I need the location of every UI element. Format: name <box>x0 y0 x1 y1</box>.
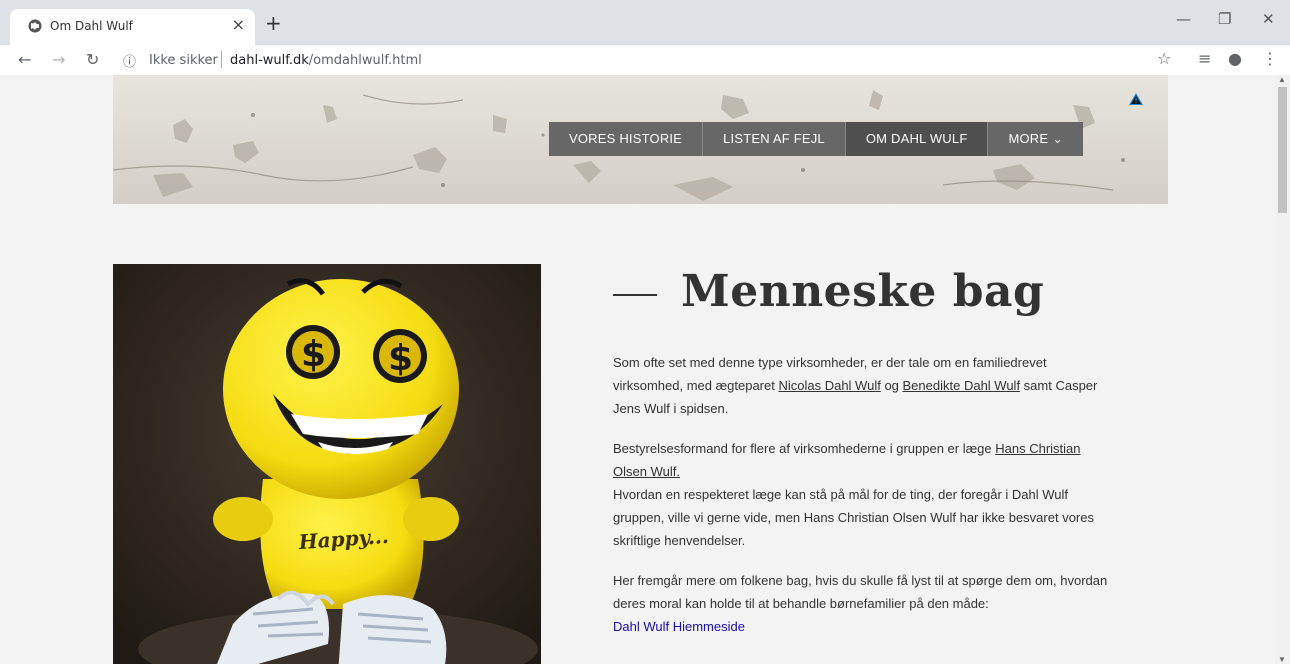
scroll-down-icon[interactable]: ▼ <box>1278 655 1286 664</box>
link-nicolas-dahl-wulf[interactable]: Nicolas Dahl Wulf <box>778 378 880 393</box>
para2-text-b: Hvordan en respekteret læge kan stå på m… <box>613 487 1094 548</box>
back-icon[interactable]: ← <box>18 50 31 69</box>
profile-icon[interactable]: ● <box>1228 49 1242 68</box>
info-icon[interactable]: ⓘ <box>123 51 136 70</box>
heading-dash <box>613 294 657 296</box>
address-bar[interactable]: ⓘ Ikke sikker dahl-wulf.dk/omdahlwulf.ht… <box>118 48 1178 72</box>
link-benedikte-dahl-wulf[interactable]: Benedikte Dahl Wulf <box>903 378 1021 393</box>
svg-text:$: $ <box>388 338 413 379</box>
scroll-up-icon[interactable]: ▲ <box>1278 75 1286 84</box>
nav-item-om-dahl-wulf[interactable]: OM DAHL WULF <box>845 122 989 156</box>
address-separator <box>221 51 222 68</box>
paragraph-people: Her fremgår mere om folkene bag, hvis du… <box>613 573 1108 611</box>
nav-item-more[interactable]: MORE ⌄ <box>988 122 1084 156</box>
bookmark-star-icon[interactable]: ☆ <box>1157 49 1171 68</box>
new-tab-button[interactable]: + <box>265 13 282 33</box>
url-host: dahl-wulf.dk <box>230 53 309 68</box>
warning-icon <box>1129 93 1143 105</box>
paragraph-founders: Som ofte set med denne type virksomheder… <box>613 351 1108 420</box>
security-label: Ikke sikker <box>149 53 218 68</box>
page-viewport: VORES HISTORIE LISTEN AF FEJL OM DAHL WU… <box>0 75 1275 664</box>
hero-banner: VORES HISTORIE LISTEN AF FEJL OM DAHL WU… <box>113 75 1168 204</box>
para1-text-b: og <box>880 378 903 393</box>
globe-icon <box>28 19 42 33</box>
browser-toolbar: ← → ↻ ⓘ Ikke sikker dahl-wulf.dk/omdahlw… <box>0 45 1290 75</box>
heading-row: Menneske bag <box>613 264 1113 334</box>
close-tab-icon[interactable]: × <box>232 15 245 34</box>
media-queue-icon[interactable]: ≡ <box>1198 49 1211 68</box>
forward-icon[interactable]: → <box>52 50 65 69</box>
nav-item-vores-historie[interactable]: VORES HISTORIE <box>549 122 704 156</box>
main-content: Menneske bag Som ofte set med denne type… <box>613 264 1113 638</box>
para2-text-a: Bestyrelsesformand for flere af virksomh… <box>613 441 996 456</box>
page-title: Menneske bag <box>681 266 1045 317</box>
browser-tab[interactable]: Om Dahl Wulf × <box>10 9 255 45</box>
tab-title: Om Dahl Wulf <box>50 19 133 33</box>
svg-text:$: $ <box>301 334 326 375</box>
url-text[interactable]: dahl-wulf.dk/omdahlwulf.html <box>230 53 422 68</box>
paragraph-chairman: Bestyrelsesformand for flere af virksomh… <box>613 437 1108 552</box>
restore-icon[interactable]: ❐ <box>1218 10 1231 28</box>
scroll-thumb[interactable] <box>1278 87 1287 213</box>
reload-icon[interactable]: ↻ <box>86 50 99 69</box>
nav-item-listen-af-fejl[interactable]: LISTEN AF FEJL <box>703 122 846 156</box>
page-scrollbar[interactable]: ▲ ▼ <box>1275 75 1290 664</box>
minimize-icon[interactable]: — <box>1176 10 1191 28</box>
happy-smiley-photo: $ $ Happy... <box>113 264 541 664</box>
url-path: /omdahlwulf.html <box>308 53 422 68</box>
browser-tab-bar: Om Dahl Wulf × + — ❐ ✕ <box>0 0 1290 45</box>
close-window-icon[interactable]: ✕ <box>1262 10 1275 28</box>
link-dahl-wulf-homepage[interactable]: Dahl Wulf Hiemmeside <box>613 615 1113 638</box>
main-nav: VORES HISTORIE LISTEN AF FEJL OM DAHL WU… <box>549 122 1084 156</box>
menu-dots-icon[interactable]: ⋮ <box>1262 49 1278 68</box>
